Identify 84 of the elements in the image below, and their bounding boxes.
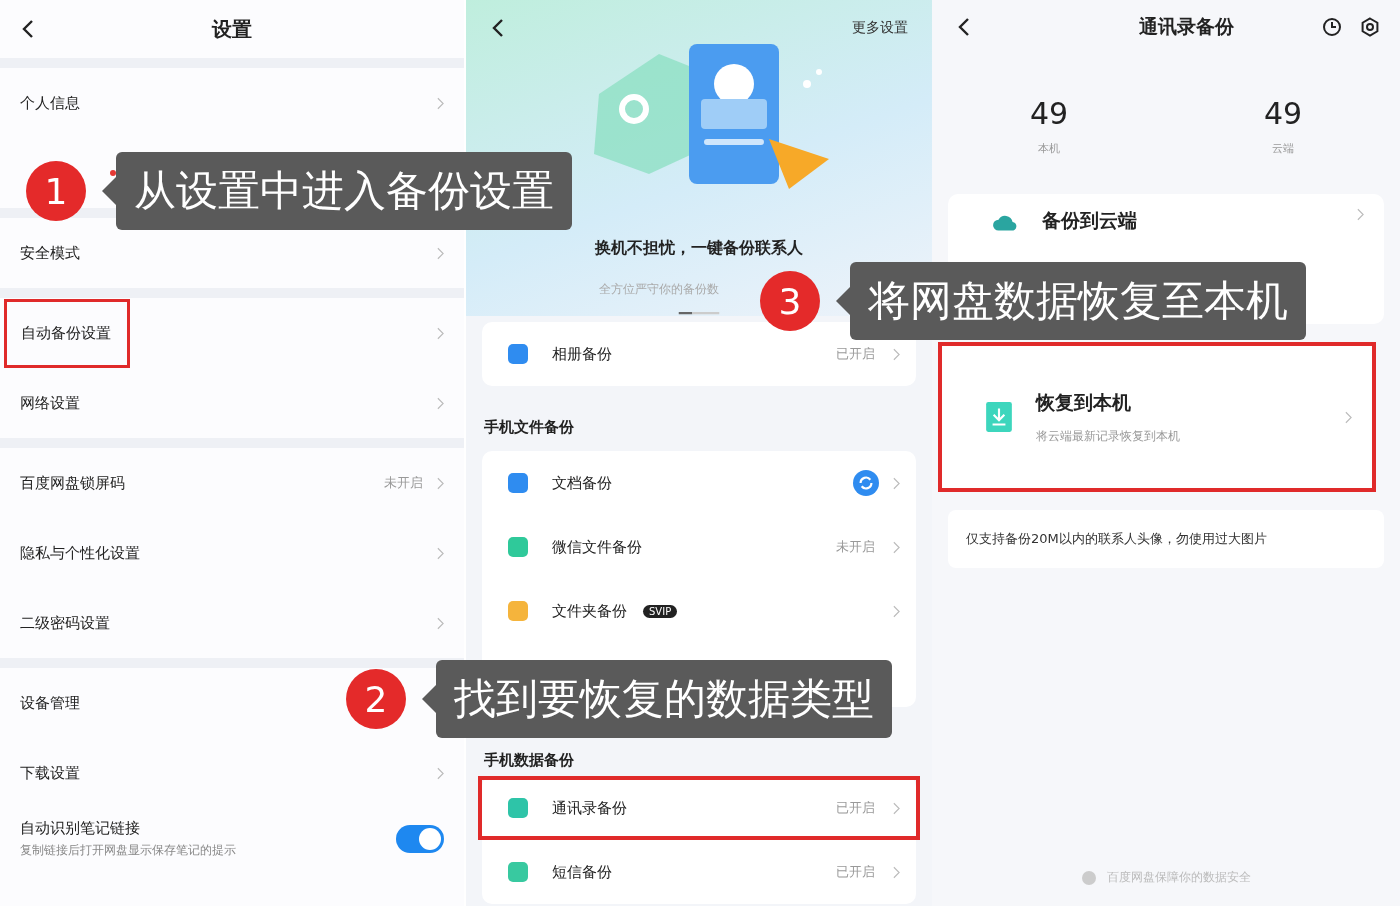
section-heading: 手机数据备份 bbox=[483, 750, 575, 771]
chevron-icon bbox=[1345, 410, 1352, 424]
settings-row[interactable]: 自动备份设置 bbox=[0, 298, 464, 368]
toggle-switch[interactable] bbox=[396, 825, 444, 853]
more-settings-link[interactable]: 更多设置 bbox=[852, 19, 908, 37]
row-status: 已开启 bbox=[836, 863, 875, 881]
row-label: 相册备份 bbox=[552, 344, 612, 364]
sync-icon bbox=[853, 470, 879, 496]
action-subtitle: 将云端最新记录恢复到本机 bbox=[1036, 427, 1180, 445]
chevron-icon bbox=[893, 801, 900, 815]
hero-headline: 换机不担忧，一键备份联系人 bbox=[595, 238, 803, 259]
row-label: 二级密码设置 bbox=[20, 613, 110, 633]
back-icon[interactable] bbox=[22, 19, 34, 39]
chevron-icon bbox=[437, 326, 444, 340]
settings-row[interactable]: 自动识别笔记链接 复制链接后打开网盘显示保存笔记的提示 bbox=[0, 808, 464, 870]
chevron-icon bbox=[893, 604, 900, 618]
screen-title: 通讯录备份 bbox=[1137, 14, 1235, 39]
chevron-icon bbox=[437, 476, 444, 490]
row-description: 复制链接后打开网盘显示保存笔记的提示 bbox=[20, 842, 237, 859]
row-label: 微信文件备份 bbox=[552, 537, 642, 557]
row-label: 隐私与个性化设置 bbox=[20, 543, 140, 563]
backup-row[interactable]: 文件夹备份 SVIP bbox=[482, 579, 916, 643]
new-dot bbox=[110, 170, 116, 176]
stat-label: 云端 bbox=[1272, 141, 1294, 156]
settings-row[interactable]: 个人信息 bbox=[0, 68, 464, 138]
chevron-icon bbox=[893, 347, 900, 361]
chevron-icon bbox=[437, 246, 444, 260]
row-label: 文档备份 bbox=[552, 473, 612, 493]
row-label: 下载设置 bbox=[20, 763, 80, 783]
chevron-icon bbox=[1357, 208, 1364, 221]
row-label: 短信备份 bbox=[552, 862, 612, 882]
back-icon[interactable] bbox=[492, 18, 504, 38]
settings-icon[interactable] bbox=[1360, 17, 1380, 37]
chevron-icon bbox=[437, 96, 444, 110]
note-text: 仅支持备份20M以内的联系人头像，勿使用过大图片 bbox=[966, 531, 1267, 546]
backup-row[interactable]: 文档备份 bbox=[482, 451, 916, 515]
chevron-icon bbox=[893, 476, 900, 490]
settings-row[interactable]: 网络设置 bbox=[0, 368, 464, 438]
section-heading: 手机文件备份 bbox=[483, 417, 575, 438]
chevron-icon bbox=[893, 540, 900, 554]
stat-value: 49 bbox=[1029, 96, 1069, 131]
hero-subtitle: 全方位严守你的备份数 bbox=[599, 281, 719, 298]
download-icon bbox=[986, 402, 1012, 432]
screen-title: 设置 bbox=[210, 15, 253, 43]
step-tooltip: 找到要恢复的数据类型 bbox=[436, 660, 892, 739]
chevron-icon bbox=[437, 396, 444, 410]
stat-label: 本机 bbox=[1038, 141, 1060, 156]
tooltip-pointer bbox=[102, 177, 116, 206]
row-label: 文件夹备份 bbox=[552, 601, 627, 621]
settings-row[interactable]: 二级密码设置 bbox=[0, 588, 464, 658]
clock-icon[interactable] bbox=[1322, 17, 1342, 37]
tooltip-pointer bbox=[422, 685, 436, 714]
backup-row[interactable]: 短信备份 已开启 bbox=[482, 840, 916, 904]
settings-row[interactable]: 百度网盘锁屏码 未开启 bbox=[0, 448, 464, 518]
back-icon[interactable] bbox=[958, 17, 970, 37]
row-label: 自动备份设置 bbox=[4, 298, 130, 368]
backup-row[interactable]: 微信文件备份 未开启 bbox=[482, 515, 916, 579]
action-title: 恢复到本机 bbox=[1036, 389, 1132, 415]
row-status: 未开启 bbox=[836, 538, 875, 556]
row-status: 未开启 bbox=[384, 474, 423, 492]
step-tooltip: 将网盘数据恢复至本机 bbox=[850, 262, 1306, 341]
action-card[interactable]: 恢复到本机 将云端最新记录恢复到本机 bbox=[938, 342, 1376, 492]
footer-text: 百度网盘保障你的数据安全 bbox=[1107, 869, 1251, 886]
chevron-icon bbox=[437, 616, 444, 630]
tooltip-pointer bbox=[836, 287, 850, 316]
row-label: 通讯录备份 bbox=[552, 798, 627, 818]
row-label: 网络设置 bbox=[20, 393, 80, 413]
chevron-icon bbox=[893, 865, 900, 879]
action-title: 备份到云端 bbox=[1042, 208, 1137, 233]
chevron-icon bbox=[437, 546, 444, 560]
backup-row[interactable]: 通讯录备份 已开启 bbox=[478, 776, 920, 840]
row-label: 个人信息 bbox=[20, 93, 80, 113]
backup-row[interactable]: 相册备份 已开启 bbox=[482, 322, 916, 386]
row-status: 已开启 bbox=[836, 799, 875, 817]
row-label: 自动识别笔记链接 bbox=[20, 819, 141, 838]
row-label: 安全模式 bbox=[20, 243, 80, 263]
row-label: 百度网盘锁屏码 bbox=[20, 473, 125, 493]
row-status: 已开启 bbox=[836, 345, 875, 363]
step-tooltip: 从设置中进入备份设置 bbox=[116, 152, 572, 231]
settings-row[interactable]: 隐私与个性化设置 bbox=[0, 518, 464, 588]
chevron-icon bbox=[437, 766, 444, 780]
settings-row[interactable]: 下载设置 bbox=[0, 738, 464, 808]
svip-badge: SVIP bbox=[643, 604, 678, 618]
stat-value: 49 bbox=[1263, 96, 1303, 131]
